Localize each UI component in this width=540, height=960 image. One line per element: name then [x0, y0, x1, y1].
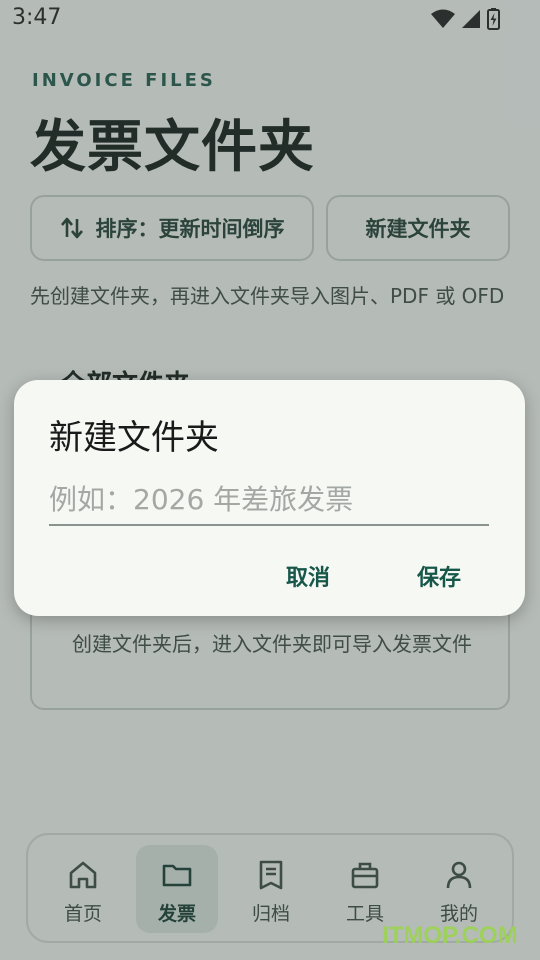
folder-name-input[interactable] [49, 474, 489, 526]
app-screen: 3:47 INVOICE FILES 发票文件夹 排序：更新时间倒序 新建文件夹… [0, 0, 540, 960]
dialog-title: 新建文件夹 [49, 418, 219, 458]
save-button[interactable]: 保存 [417, 560, 461, 592]
new-folder-dialog: 新建文件夹 取消 保存 [14, 380, 525, 616]
cancel-button[interactable]: 取消 [286, 560, 330, 592]
watermark-logo: ITMOP.COM [382, 922, 518, 949]
